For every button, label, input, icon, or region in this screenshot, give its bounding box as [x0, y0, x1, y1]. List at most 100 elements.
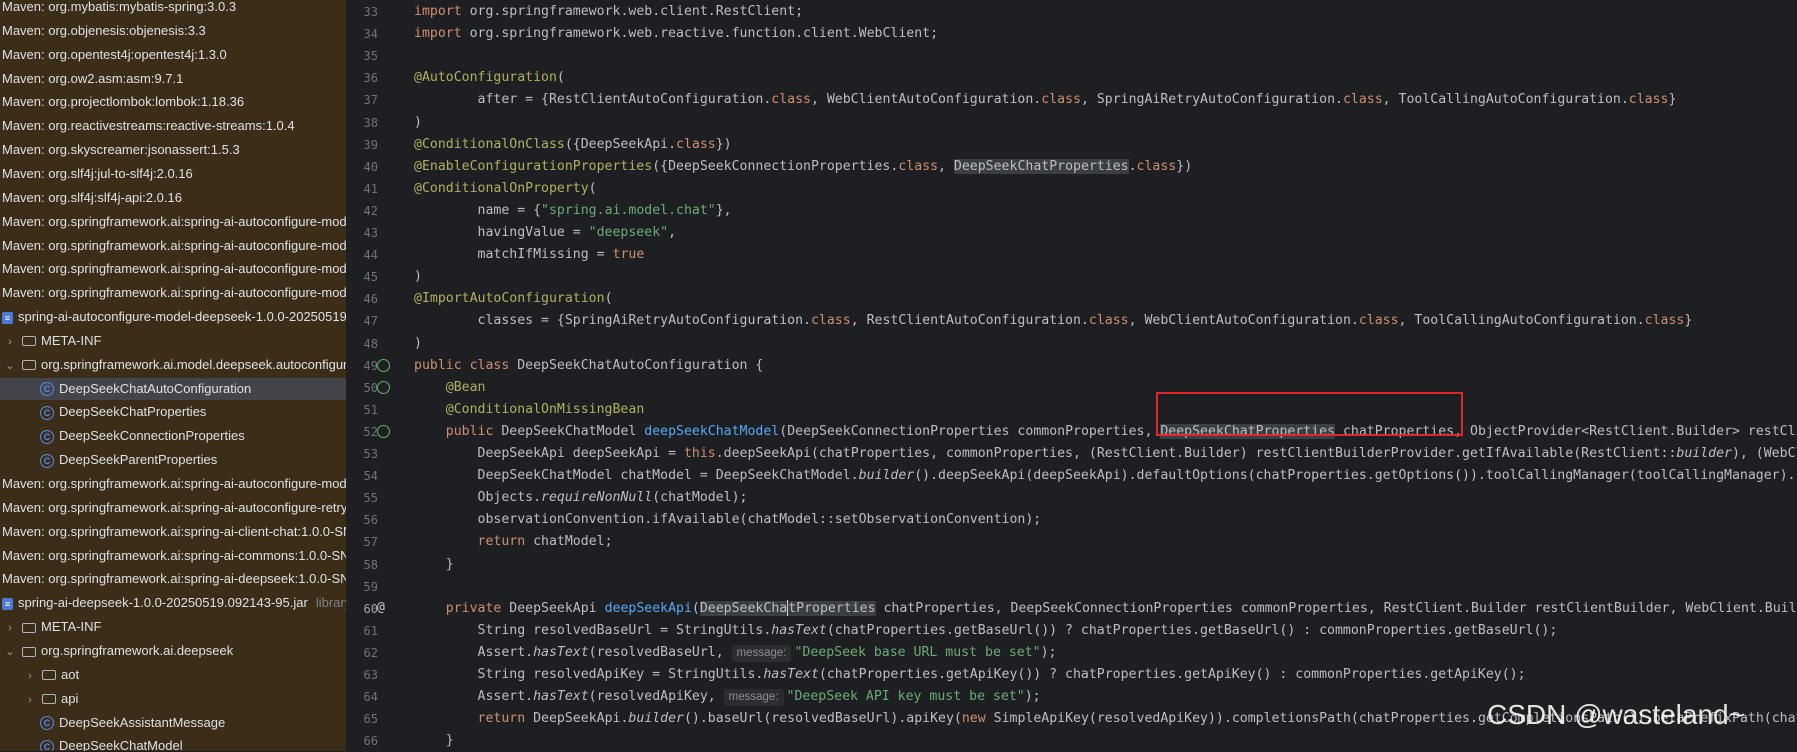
tree-item-class[interactable]: C DeepSeekConnectionProperties — [0, 425, 346, 447]
tree-item-folder[interactable]: › META-INF — [0, 330, 346, 352]
bean-icon[interactable] — [377, 358, 390, 372]
tree-item-folder[interactable]: › META-INF — [0, 616, 346, 638]
tree-item-library[interactable]: Maven: org.springframework.ai:spring-ai-… — [0, 473, 346, 495]
code-token: tProperties — [788, 600, 876, 616]
tree-item-library[interactable]: Maven: org.springframework.ai:spring-ai-… — [0, 211, 346, 233]
tree-item-library[interactable]: Maven: org.mybatis:mybatis-spring:3.0.3 — [0, 0, 346, 18]
tree-item-label: DeepSeekAssistantMessage — [59, 714, 226, 730]
tree-item-label: Maven: org.slf4j:slf4j-api:2.0.16 — [2, 189, 182, 205]
folder-icon — [22, 360, 36, 371]
tree-item-library[interactable]: Maven: org.springframework.ai:spring-ai-… — [0, 568, 346, 590]
tree-item-jar[interactable]: ≡ spring-ai-deepseek-1.0.0-20250519.09214… — [0, 592, 346, 614]
code-line[interactable]: @ConditionalOnMissingBean — [414, 399, 645, 421]
code-line[interactable]: DeepSeekApi deepSeekApi = this.deepSeekA… — [414, 443, 1797, 465]
line-number-gutter: 33 34 35 36 37 38 39 40 41 42 43 44 45 46 47 48 49 50 51 52… — [346, 0, 412, 751]
tree-item-class[interactable]: C DeepSeekAssistantMessage — [0, 712, 346, 734]
code-line[interactable]: return chatModel; — [414, 531, 613, 553]
chevron-right-icon[interactable]: › — [4, 331, 16, 352]
code-line[interactable]: import org.springframework.web.reactive.… — [414, 23, 938, 45]
code-line[interactable]: @ImportAutoConfiguration( — [414, 288, 613, 310]
chevron-down-icon[interactable]: ⌄ — [4, 355, 16, 376]
tree-item-folder[interactable]: ⌄ org.springframework.ai.deepseek — [0, 640, 346, 662]
tree-item-label: Maven: org.springframework.ai:spring-ai-… — [2, 285, 346, 301]
bean-icon[interactable] — [377, 424, 390, 438]
code-line[interactable]: name = {"spring.ai.model.chat"}, — [414, 200, 732, 222]
code-token: DeepSeekChatAutoConfiguration { — [509, 357, 764, 373]
tree-item-library[interactable]: Maven: org.springframework.ai:spring-ai-… — [0, 258, 346, 280]
code-line[interactable]: String resolvedBaseUrl = StringUtils.has… — [414, 620, 1558, 642]
code-line[interactable]: private DeepSeekApi deepSeekApi(DeepSeek… — [414, 598, 1797, 620]
chevron-right-icon[interactable]: › — [24, 665, 36, 686]
tree-item-class[interactable]: C DeepSeekChatProperties — [0, 401, 346, 423]
code-line[interactable]: after = {RestClientAutoConfiguration.cla… — [414, 89, 1677, 111]
chevron-right-icon[interactable]: › — [24, 689, 36, 710]
code-line[interactable]: public DeepSeekChatModel deepSeekChatMod… — [414, 421, 1797, 443]
code-line[interactable]: Assert.hasText(resolvedApiKey, message: "… — [414, 686, 1041, 708]
code-line[interactable]: } — [414, 730, 454, 751]
code-token: hasText — [771, 622, 827, 638]
code-line[interactable]: } — [414, 554, 454, 576]
code-line[interactable]: String resolvedApiKey = StringUtils.hasT… — [414, 664, 1526, 686]
code-line[interactable]: @ConditionalOnProperty( — [414, 178, 597, 200]
chevron-right-icon[interactable]: › — [4, 617, 16, 638]
class-icon: C — [40, 429, 54, 444]
tree-item-library[interactable]: Maven: org.springframework.ai:spring-ai-… — [0, 282, 346, 304]
code-token: DeepSeekApi deepSeekApi = — [414, 446, 684, 461]
tree-item-folder[interactable]: ⌄ org.springframework.ai.model.deepseek.a… — [0, 354, 346, 376]
tree-item-library[interactable]: Maven: org.opentest4j:opentest4j:1.3.0 — [0, 44, 346, 66]
code-token: class — [1628, 92, 1669, 108]
code-line[interactable]: @AutoConfiguration( — [414, 67, 565, 89]
code-line[interactable]: classes = {SpringAiRetryAutoConfiguratio… — [414, 310, 1693, 332]
tree-item-folder[interactable]: › api — [0, 688, 346, 710]
code-token: private — [445, 600, 502, 616]
code-line[interactable]: ) — [414, 333, 422, 355]
code-line[interactable]: observationConvention.ifAvailable(chatMo… — [414, 509, 1042, 531]
code-token: name = { — [414, 202, 542, 218]
code-token: deepSeekApi — [604, 600, 692, 616]
tree-item-library[interactable]: Maven: org.springframework.ai:spring-ai-… — [0, 545, 346, 567]
code-line[interactable]: ) — [414, 112, 422, 134]
code-token: DeepSeekCha — [699, 600, 788, 616]
code-token: (DeepSeekConnectionProperties commonProp… — [779, 423, 1161, 439]
code-line[interactable]: ) — [414, 266, 422, 288]
tree-item-folder[interactable]: › aot — [0, 664, 346, 686]
code-editor[interactable]: import org.springframework.web.client.Re… — [412, 0, 1797, 751]
code-token: requireNonNull — [541, 490, 653, 506]
tree-item-jar[interactable]: ≡ spring-ai-autoconfigure-model-deepseek-… — [0, 306, 346, 328]
code-line[interactable]: @ConditionalOnClass({DeepSeekApi.class}) — [414, 134, 732, 156]
chevron-down-icon[interactable]: ⌄ — [4, 641, 16, 662]
tree-item-library[interactable]: Maven: org.springframework.ai:spring-ai-… — [0, 521, 346, 543]
bean-icon[interactable] — [377, 380, 390, 394]
code-line[interactable]: public class DeepSeekChatAutoConfigurati… — [414, 355, 763, 377]
line-number: 61 — [363, 623, 378, 638]
code-token: this — [683, 446, 716, 461]
tree-item-library[interactable]: Maven: org.projectlombok:lombok:1.18.36 — [0, 91, 346, 113]
tree-item-class[interactable]: C DeepSeekChatModel — [0, 735, 346, 751]
at-icon[interactable]: @ — [377, 600, 385, 615]
code-line[interactable]: matchIfMissing = true — [414, 244, 645, 266]
folder-icon — [22, 622, 36, 633]
code-token: havingValue = — [414, 225, 589, 240]
code-line[interactable]: Objects.requireNonNull(chatModel); — [414, 487, 748, 509]
tree-item-library[interactable]: Maven: org.reactivestreams:reactive-stre… — [0, 115, 346, 137]
tree-item-library[interactable]: Maven: org.springframework.ai:spring-ai-… — [0, 497, 346, 519]
tree-item-class[interactable]: C DeepSeekChatAutoConfiguration — [0, 377, 346, 400]
code-token: public — [445, 423, 494, 439]
tree-item-label: aot — [61, 666, 80, 682]
code-line[interactable]: import org.springframework.web.client.Re… — [414, 1, 803, 23]
tree-item-library[interactable]: Maven: org.objenesis:objenesis:3.3 — [0, 20, 346, 42]
code-line[interactable]: DeepSeekChatModel chatModel = DeepSeekCh… — [414, 465, 1797, 487]
tree-item-label: Maven: org.springframework.ai:spring-ai-… — [2, 499, 346, 515]
code-line[interactable]: Assert.hasText(resolvedBaseUrl, message:… — [414, 642, 1056, 664]
tree-item-library[interactable]: Maven: org.slf4j:slf4j-api:2.0.16 — [0, 187, 346, 209]
code-line[interactable]: @Bean — [414, 377, 486, 399]
tree-item-library[interactable]: Maven: org.springframework.ai:spring-ai-… — [0, 235, 346, 257]
code-line[interactable]: havingValue = "deepseek", — [414, 222, 677, 244]
code-token: import — [414, 26, 462, 42]
tree-item-library[interactable]: Maven: org.slf4j:jul-to-slf4j:2.0.16 — [0, 163, 346, 185]
tree-item-library[interactable]: Maven: org.ow2.asm:asm:9.7.1 — [0, 68, 346, 90]
code-line[interactable]: @EnableConfigurationProperties({DeepSeek… — [414, 156, 1192, 178]
tree-item-class[interactable]: C DeepSeekParentProperties — [0, 449, 346, 471]
code-token: }, — [715, 202, 732, 218]
tree-item-library[interactable]: Maven: org.skyscreamer:jsonassert:1.5.3 — [0, 139, 346, 161]
